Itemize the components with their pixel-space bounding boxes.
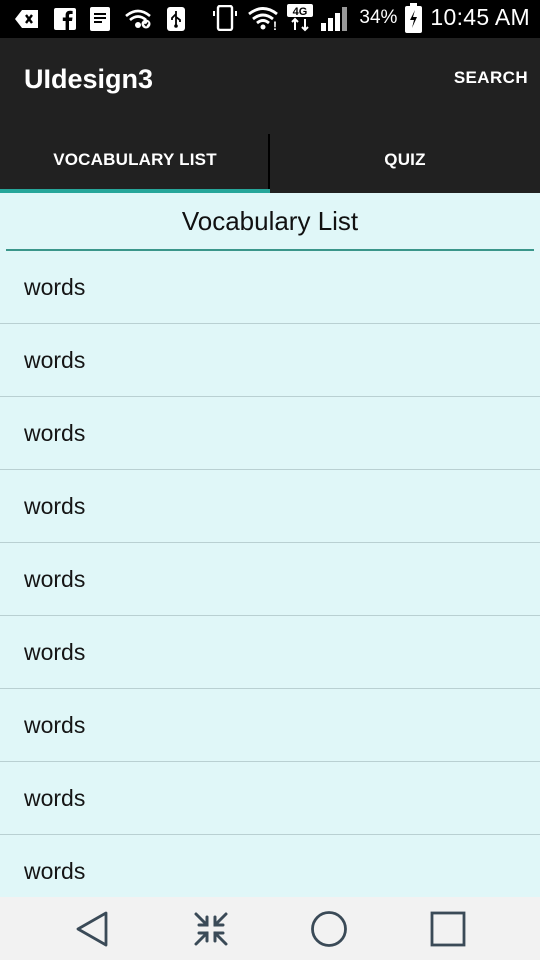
list-item[interactable]: words <box>0 762 540 835</box>
status-bar-system: ! 4G 34% 10:45 AM <box>211 2 530 33</box>
dual-window-icon <box>194 912 228 946</box>
status-bar-notifications <box>14 6 186 32</box>
battery-percent: 34% <box>359 6 398 28</box>
list-item[interactable]: words <box>0 835 540 897</box>
list-item[interactable]: words <box>0 616 540 689</box>
list-item[interactable]: words <box>0 689 540 762</box>
network-label: 4G <box>293 6 308 18</box>
app-bar: UIdesign3 SEARCH <box>0 38 540 126</box>
network-4g-icon: 4G <box>287 3 314 31</box>
usb-icon <box>166 6 186 32</box>
back-arrow-notification-icon <box>14 6 40 32</box>
recents-icon <box>430 911 466 947</box>
vocabulary-list-page[interactable]: Vocabulary List words words words words … <box>0 193 540 897</box>
wifi-icon: ! <box>247 5 279 31</box>
svg-text:!: ! <box>273 19 277 30</box>
home-button[interactable] <box>308 908 350 950</box>
list-item[interactable]: words <box>0 251 540 324</box>
tab-bar: VOCABULARY LIST QUIZ <box>0 126 540 193</box>
battery-charging-icon <box>405 2 423 33</box>
list-item[interactable]: words <box>0 397 540 470</box>
tab-vocabulary-list[interactable]: VOCABULARY LIST <box>0 126 270 193</box>
wifi-calling-icon <box>124 6 152 32</box>
list-title: Vocabulary List <box>181 205 359 236</box>
search-button[interactable]: SEARCH <box>454 68 528 88</box>
document-notification-icon <box>90 6 110 32</box>
signal-icon <box>321 5 351 31</box>
back-button[interactable] <box>71 908 113 950</box>
home-icon <box>311 911 347 947</box>
screen: ! 4G 34% 10:45 AM UIdesign3 SEARCH VOCAB… <box>0 0 540 960</box>
tab-quiz[interactable]: QUIZ <box>270 126 540 193</box>
status-bar: ! 4G 34% 10:45 AM <box>0 0 540 38</box>
vibrate-icon <box>211 4 239 31</box>
list-item[interactable]: words <box>0 470 540 543</box>
dual-window-button[interactable] <box>190 908 232 950</box>
list-item[interactable]: words <box>0 324 540 397</box>
recents-button[interactable] <box>427 908 469 950</box>
tab-label: VOCABULARY LIST <box>53 149 217 169</box>
back-icon <box>76 911 108 947</box>
app-title: UIdesign3 <box>24 64 154 94</box>
list-item[interactable]: words <box>0 543 540 616</box>
clock: 10:45 AM <box>430 4 530 30</box>
facebook-icon <box>54 6 76 32</box>
tab-label: QUIZ <box>384 149 426 169</box>
navigation-bar <box>0 897 540 960</box>
